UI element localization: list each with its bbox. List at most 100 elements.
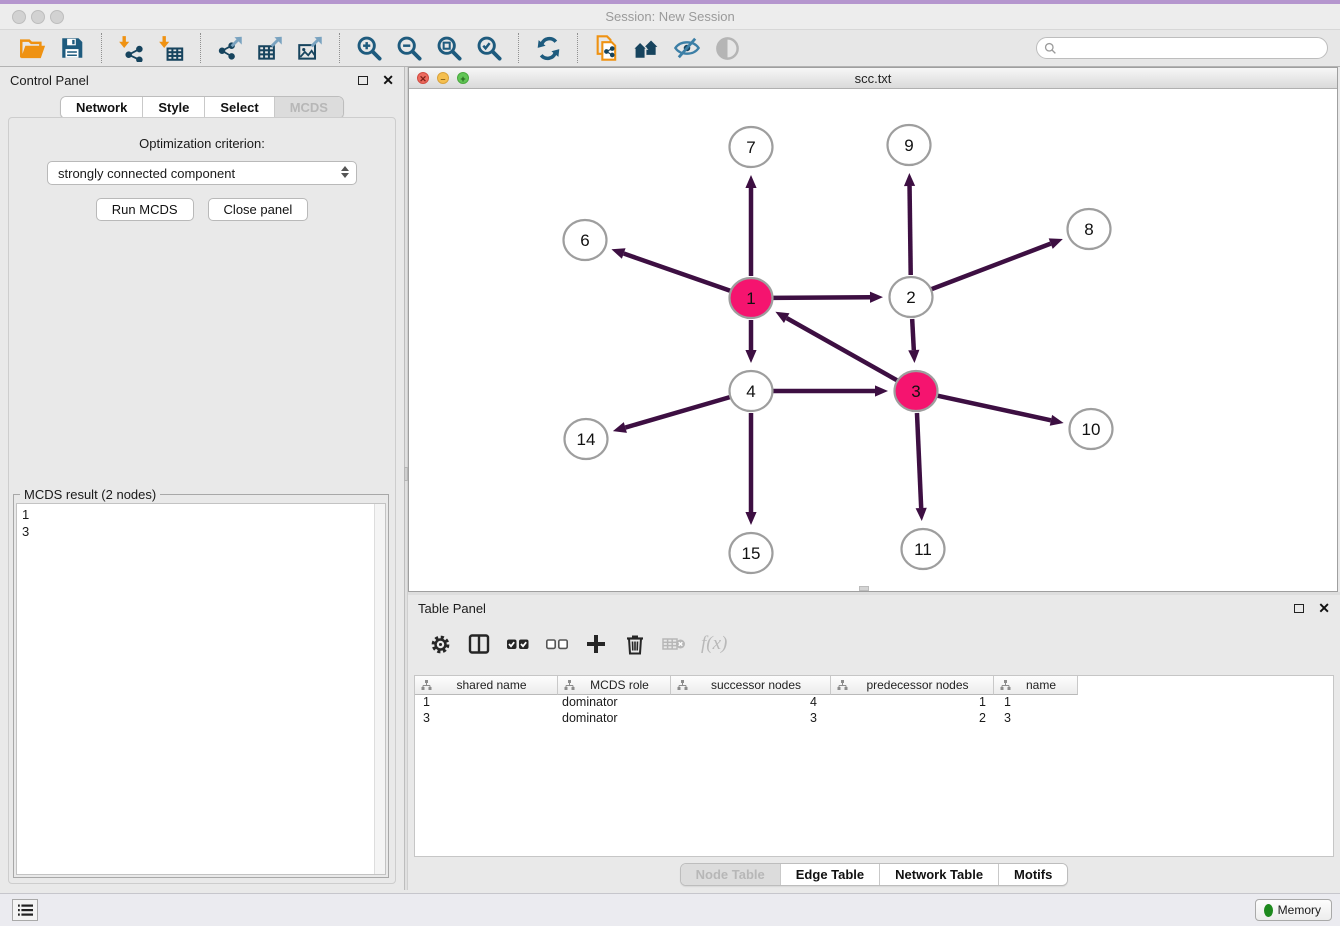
tab-network[interactable]: Network	[61, 97, 143, 118]
criterion-dropdown[interactable]: strongly connected component	[47, 161, 357, 185]
close-panel-icon[interactable]: ✕	[382, 74, 394, 86]
graph-edge-4-14[interactable]	[625, 397, 730, 427]
tab-mcds[interactable]: MCDS	[275, 97, 343, 118]
save-session-button[interactable]	[56, 32, 88, 64]
graph-node-10[interactable]: 10	[1070, 409, 1113, 449]
zoom-in-icon	[356, 35, 383, 62]
table-cell[interactable]: 1	[415, 695, 558, 711]
close-table-panel-icon[interactable]: ✕	[1318, 602, 1330, 614]
column-header-name[interactable]: name	[994, 676, 1078, 695]
close-panel-button[interactable]: Close panel	[208, 198, 309, 221]
graph-edge-2-3[interactable]	[912, 319, 914, 350]
result-scrollbar[interactable]	[374, 504, 385, 874]
graph-node-3[interactable]: 3	[895, 371, 938, 411]
tab-select[interactable]: Select	[205, 97, 274, 118]
open-folder-icon	[19, 35, 46, 62]
search-icon	[1044, 42, 1057, 55]
graph-node-4[interactable]: 4	[730, 371, 773, 411]
graph-node-15[interactable]: 15	[730, 533, 773, 573]
graph-arrowhead	[875, 385, 888, 396]
canvas-resize-grip[interactable]	[859, 586, 869, 591]
zoom-in-button[interactable]	[353, 32, 385, 64]
column-tree-icon	[1000, 680, 1011, 691]
table-cell[interactable]: 1	[994, 695, 1078, 711]
export-network-button[interactable]	[214, 32, 246, 64]
graph-node-6[interactable]: 6	[564, 220, 607, 260]
graph-edge-3-10[interactable]	[937, 396, 1050, 421]
column-tree-icon	[677, 680, 688, 691]
graph-edge-3-1[interactable]	[787, 318, 897, 380]
checked-boxes-icon	[506, 634, 530, 654]
table-panel-header: Table Panel ✕	[408, 595, 1340, 621]
tab-node-table[interactable]: Node Table	[681, 864, 781, 885]
graph-node-11[interactable]: 11	[902, 529, 945, 569]
open-session-button[interactable]	[16, 32, 48, 64]
global-search[interactable]	[1036, 37, 1328, 59]
refresh-view-button[interactable]	[532, 32, 564, 64]
graph-node-8[interactable]: 8	[1068, 209, 1111, 249]
column-selector-button[interactable]	[467, 632, 491, 656]
table-cell[interactable]: 2	[831, 711, 994, 727]
graph-node-14[interactable]: 14	[565, 419, 608, 459]
tab-style[interactable]: Style	[143, 97, 205, 118]
zoom-out-button[interactable]	[393, 32, 425, 64]
import-table-button[interactable]	[155, 32, 187, 64]
graph-edge-3-11[interactable]	[917, 413, 921, 508]
graph-edge-2-8[interactable]	[932, 244, 1051, 290]
column-header-successor-nodes[interactable]: successor nodes	[671, 676, 831, 695]
export-image-button[interactable]	[294, 32, 326, 64]
search-input[interactable]	[1061, 39, 1327, 57]
table-cell[interactable]: dominator	[558, 695, 671, 711]
column-header-predecessor-nodes[interactable]: predecessor nodes	[831, 676, 994, 695]
float-panel-icon[interactable]	[358, 76, 368, 85]
table-cell[interactable]: 3	[671, 711, 831, 727]
column-header-shared-name[interactable]: shared name	[415, 676, 558, 695]
clone-network-button[interactable]	[591, 32, 623, 64]
eye-button	[711, 32, 743, 64]
table-cell[interactable]: 1	[831, 695, 994, 711]
network-canvas[interactable]: 7 9 6 8 1 2 4 3 14 10 15 11	[409, 89, 1337, 591]
select-all-button[interactable]	[506, 632, 530, 656]
graph-edge-2-9[interactable]	[910, 186, 911, 275]
graph-edge-1-6[interactable]	[624, 254, 731, 291]
dropdown-arrows-icon	[341, 166, 349, 178]
table-cell[interactable]: 3	[415, 711, 558, 727]
table-cell[interactable]: dominator	[558, 711, 671, 727]
graph-node-7[interactable]: 7	[730, 127, 773, 167]
tab-motifs[interactable]: Motifs	[999, 864, 1067, 885]
column-header-MCDS-role[interactable]: MCDS role	[558, 676, 671, 695]
export-table-button[interactable]	[254, 32, 286, 64]
network-graph: 7 9 6 8 1 2 4 3 14 10 15 11	[409, 89, 1337, 591]
mcds-result-text: 1 3	[22, 506, 29, 540]
table-cell[interactable]: 3	[994, 711, 1078, 727]
import-network-button[interactable]	[115, 32, 147, 64]
table-cell[interactable]: 4	[671, 695, 831, 711]
graph-node-9[interactable]: 9	[888, 125, 931, 165]
graph-edge-1-2[interactable]	[773, 297, 870, 298]
network-window-titlebar[interactable]: ✕ – + scc.txt	[409, 68, 1337, 89]
houses-button[interactable]	[631, 32, 663, 64]
graph-node-label: 9	[904, 136, 913, 155]
float-table-panel-icon[interactable]	[1294, 604, 1304, 613]
mcds-result-textarea[interactable]: 1 3	[16, 503, 386, 875]
table-body: 1dominator4113dominator323	[415, 695, 1333, 727]
delete-rows-button[interactable]	[623, 632, 647, 656]
task-history-button[interactable]	[12, 899, 38, 921]
control-panel: Control Panel ✕ Network Style Select MCD…	[0, 67, 404, 890]
add-row-button[interactable]	[584, 632, 608, 656]
run-mcds-button[interactable]: Run MCDS	[96, 198, 194, 221]
zoom-selected-button[interactable]	[473, 32, 505, 64]
trash-icon	[625, 633, 645, 655]
tab-network-table[interactable]: Network Table	[880, 864, 999, 885]
eye-slash-button[interactable]	[671, 32, 703, 64]
tab-edge-table[interactable]: Edge Table	[781, 864, 880, 885]
table-row[interactable]: 1dominator411	[415, 695, 1333, 711]
memory-button[interactable]: Memory	[1255, 899, 1332, 921]
deselect-all-button[interactable]	[545, 632, 569, 656]
table-settings-button[interactable]	[428, 632, 452, 656]
table-row[interactable]: 3dominator323	[415, 711, 1333, 727]
table-tabs: Node Table Edge Table Network Table Moti…	[408, 863, 1340, 886]
graph-node-2[interactable]: 2	[890, 277, 933, 317]
graph-node-1[interactable]: 1	[730, 278, 773, 318]
zoom-fit-button[interactable]	[433, 32, 465, 64]
